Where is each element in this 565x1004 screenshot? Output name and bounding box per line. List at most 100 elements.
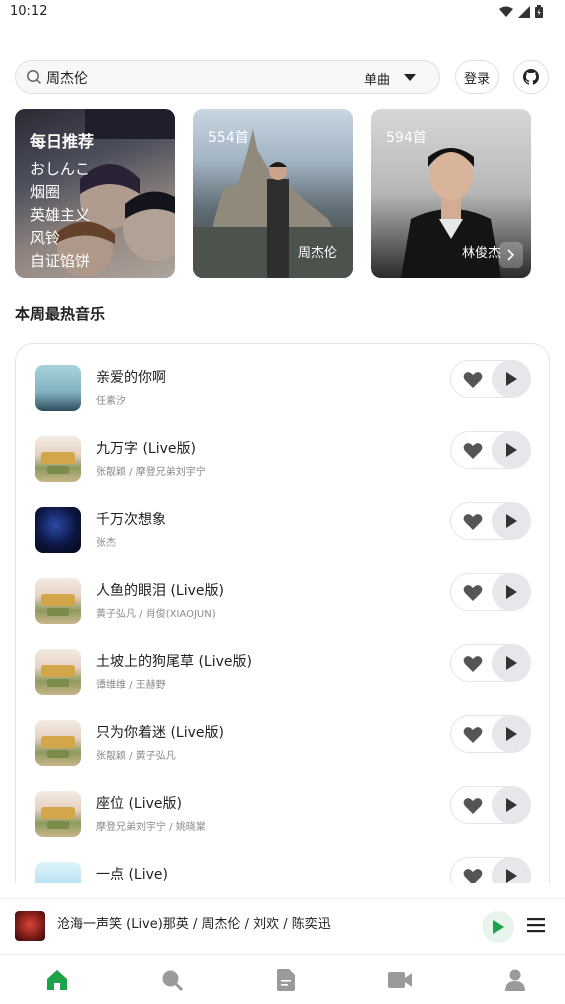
song-title: 土坡上的狗尾草 (Live版) [96,654,252,670]
caret-down-icon[interactable] [404,74,416,82]
play-icon [506,514,517,528]
heart-icon[interactable] [463,726,483,744]
song-artist: 摩登兄弟刘宇宁 / 姚晓棠 [96,822,206,833]
recommend-cards: 每日推荐 おしんこ 烟圈 英雄主义 风铃 自证馅饼 554首 周杰伦 594首 [15,109,565,279]
wifi-icon [499,6,513,17]
playlist-menu-icon[interactable] [527,917,545,933]
battery-icon [535,5,543,18]
cover-art [41,665,75,677]
song-title: 九万字 (Live版) [96,441,196,457]
heart-icon[interactable] [463,371,483,389]
song-actions [450,715,531,753]
cover-art [47,466,69,474]
song-title: 千万次想象 [96,512,166,528]
cover-art [47,679,69,687]
song-artist: 张杰 [96,538,116,549]
play-button[interactable] [492,857,530,883]
heart-icon[interactable] [463,513,483,531]
song-row[interactable]: 亲爱的你啊 任素汐 [16,360,549,436]
song-row[interactable]: 土坡上的狗尾草 (Live版) 谭维维 / 王赫野 [16,644,549,720]
play-button[interactable] [492,431,530,469]
status-icons [499,5,543,18]
play-button[interactable] [492,715,530,753]
daily-item: 烟圈 [30,183,61,201]
nav-profile[interactable] [503,968,527,992]
song-row[interactable]: 座位 (Live版) 摩登兄弟刘宇宁 / 姚晓棠 [16,786,549,862]
now-playing-cover [15,911,45,941]
cover-art [41,594,75,606]
heart-icon[interactable] [463,655,483,673]
song-actions [450,786,531,824]
heart-icon[interactable] [463,442,483,460]
song-artist: 张靓颖 / 黄子弘凡 [96,751,176,762]
song-artist: 张靓颖 / 摩登兄弟刘宇宁 [96,467,206,478]
song-row[interactable]: 千万次想象 张杰 [16,502,549,578]
song-row[interactable]: 一点 (Live) [16,857,549,883]
search-input[interactable] [46,68,346,88]
song-title: 一点 (Live) [96,867,168,883]
login-button[interactable]: 登录 [455,60,499,94]
play-icon [506,372,517,386]
song-row[interactable]: 只为你着迷 (Live版) 张靓颖 / 黄子弘凡 [16,715,549,791]
daily-item: 自证馅饼 [30,252,91,270]
song-cover [35,507,81,553]
song-artist: 任素汐 [96,396,126,407]
search-box[interactable]: 单曲 [15,60,440,94]
cover-art [41,807,75,819]
daily-item: 英雄主义 [30,206,91,224]
cover-art [47,821,69,829]
song-artist: 黄子弘凡 / 肖俊(XIAOJUN) [96,609,216,620]
section-title: 本周最热音乐 [15,305,106,323]
play-button[interactable] [492,573,530,611]
document-icon [277,969,295,991]
song-cover [35,862,81,883]
song-artist: 谭维维 / 王赫野 [96,680,166,691]
next-card-button[interactable] [499,242,523,268]
song-title: 人鱼的眼泪 (Live版) [96,583,224,599]
search-type-select[interactable]: 单曲 [364,69,390,88]
song-row[interactable]: 九万字 (Live版) 张靓颖 / 摩登兄弟刘宇宁 [16,431,549,507]
song-cover [35,365,81,411]
play-icon [493,920,504,934]
playlist-artist: 林俊杰 [461,246,501,261]
daily-recommend-card[interactable]: 每日推荐 おしんこ 烟圈 英雄主义 风铃 自证馅饼 [15,109,175,278]
song-cover [35,791,81,837]
nav-home[interactable] [45,968,69,992]
search-icon [27,70,42,85]
song-actions [450,573,531,611]
heart-icon[interactable] [463,797,483,815]
daily-recommend-list: おしんこ 烟圈 英雄主义 风铃 自证馅饼 [30,158,90,273]
song-actions [450,644,531,682]
daily-item: おしんこ [30,160,91,178]
nav-video[interactable] [388,968,412,992]
heart-icon[interactable] [463,584,483,602]
playlist-card[interactable]: 554首 周杰伦 [193,109,353,278]
playlist-artist: 周杰伦 [297,246,337,261]
song-cover [35,649,81,695]
signal-icon [518,5,530,18]
playlist-count: 594首 [386,130,427,146]
cover-art [41,736,75,748]
playlist-card[interactable]: 594首 林俊杰 [371,109,531,278]
play-button[interactable] [492,786,530,824]
song-actions [450,857,531,883]
github-button[interactable] [513,60,549,94]
nav-search[interactable] [160,968,184,992]
cover-art [41,452,75,464]
song-row[interactable]: 人鱼的眼泪 (Live版) 黄子弘凡 / 肖俊(XIAOJUN) [16,573,549,649]
song-title: 亲爱的你啊 [96,370,166,386]
status-bar: 10:12 [0,0,565,26]
mini-play-button[interactable] [482,911,514,943]
play-button[interactable] [492,502,530,540]
play-icon [506,798,517,812]
home-icon [47,970,67,990]
mini-player[interactable]: 沧海一声笑 (Live)那英 / 周杰伦 / 刘欢 / 陈奕迅 [0,898,565,954]
nav-lyrics[interactable] [274,968,298,992]
now-playing-title: 沧海一声笑 (Live)那英 / 周杰伦 / 刘欢 / 陈奕迅 [57,917,331,932]
play-icon [506,869,517,883]
heart-icon[interactable] [463,868,483,883]
play-button[interactable] [492,644,530,682]
cover-art [47,750,69,758]
play-button[interactable] [492,360,530,398]
song-actions [450,431,531,469]
